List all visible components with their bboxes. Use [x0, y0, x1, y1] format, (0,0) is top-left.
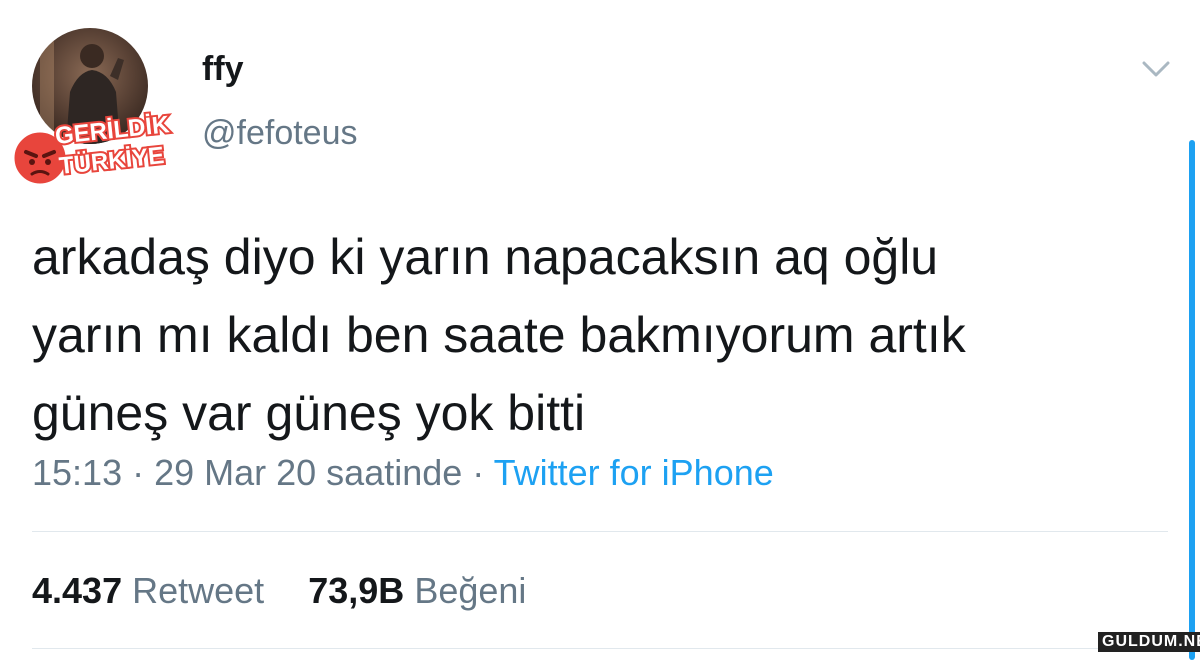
user-handle[interactable]: @fefoteus — [202, 114, 358, 153]
divider — [32, 531, 1168, 532]
gerildik-turkiye-watermark: GERİLDİK TÜRKİYE — [11, 109, 173, 187]
scrollbar[interactable] — [1189, 140, 1195, 660]
meta-separator: · — [462, 452, 494, 493]
tweet-source-link[interactable]: Twitter for iPhone — [494, 452, 774, 493]
tweet-date[interactable]: 29 Mar 20 saatinde — [154, 452, 462, 493]
tweet-text: arkadaş diyo ki yarın napacaksın aq oğlu… — [32, 218, 1172, 452]
retweet-label: Retweet — [132, 570, 265, 611]
like-count: 73,9B — [308, 570, 405, 611]
retweet-count: 4.437 — [32, 570, 123, 611]
like-label: Beğeni — [414, 570, 527, 611]
divider — [32, 648, 1168, 649]
meta-separator: · — [122, 452, 155, 493]
tweet-line: arkadaş diyo ki yarın napacaksın aq oğlu — [32, 229, 939, 285]
tweet-line: güneş var güneş yok bitti — [32, 385, 586, 441]
chevron-down-icon[interactable] — [1140, 54, 1172, 84]
tweet-meta: 15:13 · 29 Mar 20 saatinde · Twitter for… — [32, 452, 774, 494]
tweet-stats: 4.437 Retweet 73,9B Beğeni — [32, 570, 526, 612]
retweet-stat[interactable]: 4.437 Retweet — [32, 570, 264, 611]
site-watermark: GULDUM.NET — [1098, 632, 1200, 652]
like-stat[interactable]: 73,9B Beğeni — [308, 570, 526, 611]
display-name[interactable]: ffy — [202, 50, 244, 89]
tweet-line: yarın mı kaldı ben saate bakmıyorum artı… — [32, 307, 966, 363]
tweet-time[interactable]: 15:13 — [32, 452, 122, 493]
